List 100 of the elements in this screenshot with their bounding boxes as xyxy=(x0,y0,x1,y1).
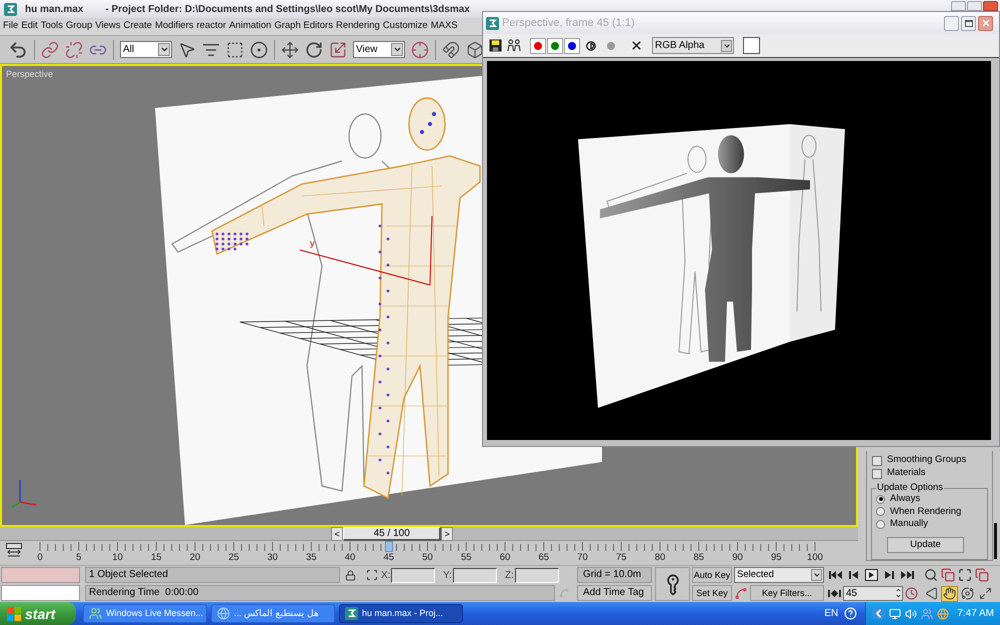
clock-icon[interactable] xyxy=(905,586,918,600)
show-hidden-icons-button[interactable] xyxy=(872,607,886,620)
dropdown-caret-icon xyxy=(391,43,403,56)
two-figures-icon[interactable] xyxy=(507,39,522,52)
set-key-button[interactable]: Set Key xyxy=(692,585,732,601)
close-button[interactable] xyxy=(978,16,993,30)
previous-frame-button[interactable]: < xyxy=(331,527,344,541)
radio-button[interactable] xyxy=(876,520,885,529)
key-set-dropdown[interactable]: Selected xyxy=(734,567,824,583)
scroll-bar[interactable] xyxy=(994,523,997,559)
script-input-field[interactable] xyxy=(1,585,80,601)
current-frame-marker[interactable] xyxy=(384,541,393,552)
help-icon[interactable] xyxy=(844,607,858,620)
menu-item[interactable]: Customize xyxy=(382,19,428,34)
broken-link-icon[interactable] xyxy=(65,40,83,58)
maximize-button[interactable] xyxy=(961,16,976,30)
overlapping-squares-icon[interactable] xyxy=(975,568,989,582)
menu-item[interactable]: Views xyxy=(95,19,120,34)
taskbar-button[interactable]: hu man.max - Proj... xyxy=(339,604,463,623)
menu-item[interactable]: Tools xyxy=(40,19,63,34)
menu-item[interactable]: MAXS xyxy=(430,19,458,34)
frame-number: 30 xyxy=(267,552,278,563)
cube-icon[interactable] xyxy=(466,40,484,58)
step-back-icon[interactable] xyxy=(846,568,861,580)
menu-item[interactable]: Edit xyxy=(21,19,38,34)
volume-icon[interactable] xyxy=(905,608,918,620)
selection-filter-dropdown[interactable]: All xyxy=(120,41,172,58)
cursor-icon[interactable] xyxy=(178,40,196,58)
move-arrows-icon[interactable] xyxy=(281,40,299,58)
step-forward-icon[interactable] xyxy=(882,568,897,580)
lock-icon[interactable] xyxy=(345,570,356,580)
next-frame-button[interactable]: > xyxy=(441,527,454,541)
monitor-icon[interactable] xyxy=(889,608,902,620)
zoom-icon[interactable] xyxy=(924,568,938,582)
coordinate-field[interactable] xyxy=(453,568,497,582)
overlapping-squares-icon[interactable] xyxy=(941,568,955,582)
coordinate-field[interactable] xyxy=(515,568,559,582)
script-listener-field[interactable] xyxy=(1,567,80,583)
play-icon[interactable] xyxy=(864,568,879,580)
current-frame-spinner[interactable]: 45 xyxy=(843,586,903,600)
resize-arrow-icon[interactable] xyxy=(329,40,347,58)
x-icon[interactable] xyxy=(630,39,643,52)
radio-label[interactable]: When Rendering xyxy=(890,504,962,519)
key-filters-button[interactable]: Key Filters... xyxy=(750,585,824,601)
rotate-arrow-icon[interactable] xyxy=(305,40,323,58)
curve-icon[interactable] xyxy=(734,586,748,600)
circle-dot-icon[interactable] xyxy=(250,40,268,58)
menu-item[interactable]: File xyxy=(3,19,18,34)
taskbar-button[interactable]: Windows Live Messen... xyxy=(83,604,207,623)
dashed-square-icon[interactable] xyxy=(226,40,244,58)
skip-forward-icon[interactable] xyxy=(900,568,915,580)
magnet-icon[interactable] xyxy=(442,40,460,58)
grid-size: Grid = 10.0m xyxy=(577,567,652,583)
hand-icon[interactable] xyxy=(941,586,958,602)
menu-item[interactable]: Rendering xyxy=(336,19,380,34)
checkbox-label[interactable]: Materials xyxy=(887,466,926,481)
menu-item[interactable]: Animation xyxy=(229,19,272,34)
link-icon[interactable] xyxy=(41,40,59,58)
channel-display-dropdown[interactable]: RGB Alpha xyxy=(652,37,734,54)
time-slider-track[interactable]: < 45 / 100 > xyxy=(0,527,858,541)
checkbox-label[interactable]: Smoothing Groups xyxy=(887,453,966,468)
update-button[interactable]: Update xyxy=(887,536,964,552)
auto-key-button[interactable]: Auto Key xyxy=(692,567,732,583)
frame-number: 50 xyxy=(422,552,433,563)
radio-button[interactable] xyxy=(876,494,885,504)
start-button[interactable]: start xyxy=(0,602,76,625)
skip-back-icon[interactable] xyxy=(828,568,843,580)
contrast-icon[interactable] xyxy=(586,40,596,50)
undo-icon[interactable] xyxy=(8,40,28,60)
checkbox[interactable] xyxy=(872,468,882,478)
reference-coordinate-dropdown[interactable]: View xyxy=(353,41,405,58)
save-icon[interactable] xyxy=(489,39,502,52)
taskbar-button[interactable]: هل يستطيع الماكس ... xyxy=(211,604,335,623)
diamond-between-bars-icon[interactable] xyxy=(828,588,841,598)
group-title: Update Options xyxy=(876,483,944,493)
corner-brackets-icon[interactable] xyxy=(958,568,972,582)
frame-number: 35 xyxy=(306,552,317,563)
orbit-icon[interactable] xyxy=(959,586,976,602)
set-keys-button[interactable] xyxy=(655,567,690,601)
radio-button[interactable] xyxy=(876,507,885,516)
menu-item[interactable]: Modifiers xyxy=(154,19,194,34)
menu-item[interactable]: reactor xyxy=(196,19,226,34)
language-indicator[interactable]: EN xyxy=(824,606,838,621)
menu-item[interactable]: Create xyxy=(123,19,152,34)
curve-icon xyxy=(559,587,569,599)
color-swatch-icon[interactable] xyxy=(743,37,760,54)
crosshair-icon[interactable] xyxy=(411,40,429,58)
radio-label[interactable]: Always xyxy=(890,492,920,506)
radio-label[interactable]: Manually xyxy=(890,517,928,532)
diagonal-arrows-icon[interactable] xyxy=(977,586,994,602)
frame-number: 20 xyxy=(190,552,200,563)
corner-brackets-icon[interactable] xyxy=(366,569,378,581)
checkbox[interactable] xyxy=(872,456,882,466)
menu-item[interactable]: Group xyxy=(66,19,92,34)
double-arrow-icon[interactable] xyxy=(6,543,22,557)
triangle-icon[interactable] xyxy=(923,586,940,602)
time-slider-thumb[interactable]: < 45 / 100 > xyxy=(331,527,454,541)
menu-item[interactable]: Graph Editors xyxy=(274,19,333,34)
add-time-tag-button[interactable]: Add Time Tag xyxy=(577,585,652,601)
coordinate-field[interactable] xyxy=(391,568,435,582)
